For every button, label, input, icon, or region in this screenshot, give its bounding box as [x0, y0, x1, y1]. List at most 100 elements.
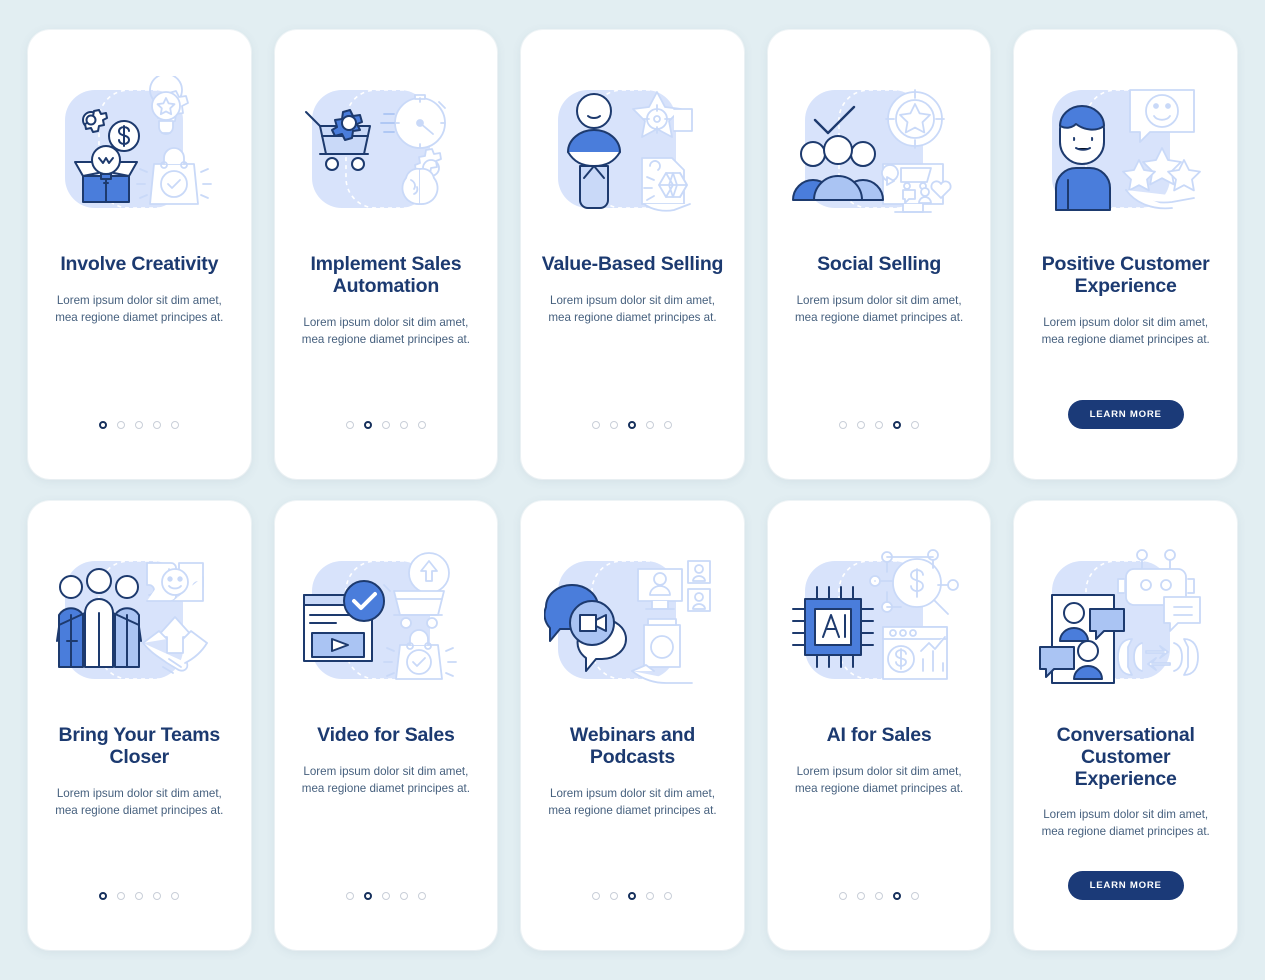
- screen-footer: [539, 421, 726, 453]
- social-selling-illustration: [791, 76, 967, 226]
- pagination-dot[interactable]: [664, 892, 673, 900]
- screen-title: Value-Based Selling: [541, 253, 724, 275]
- screen-body-text: Lorem ipsum dolor sit dim amet, mea regi…: [55, 786, 224, 817]
- pagination-dot[interactable]: [875, 421, 884, 429]
- screen-body-text: Lorem ipsum dolor sit dim amet, mea regi…: [301, 315, 470, 346]
- pagination-dot[interactable]: [839, 892, 848, 900]
- screen-footer: LEARN MORE: [1032, 871, 1219, 924]
- screen-title: Bring Your Teams Closer: [58, 724, 221, 768]
- pagination-dot[interactable]: [399, 892, 408, 900]
- screen-title: AI for Sales: [826, 724, 932, 746]
- pagination-dot[interactable]: [592, 421, 601, 429]
- onboarding-screens-board: Involve Creativity Lorem ipsum dolor sit …: [0, 0, 1265, 980]
- sales-automation-illustration: [298, 76, 474, 226]
- onboarding-screen: Positive Customer Experience Lorem ipsum …: [1014, 30, 1237, 479]
- screen-body-text: Lorem ipsum dolor sit dim amet, mea regi…: [1041, 315, 1210, 346]
- pagination-dot[interactable]: [417, 421, 426, 429]
- pagination-dots: [592, 421, 673, 429]
- onboarding-screen: Conversational Customer Experience Lorem …: [1014, 501, 1237, 950]
- onboarding-screen: AI for Sales Lorem ipsum dolor sit dim am…: [767, 501, 991, 950]
- pagination-dots: [99, 892, 180, 900]
- screen-title: Social Selling: [817, 253, 942, 275]
- pagination-dot[interactable]: [399, 421, 408, 429]
- pagination-dot[interactable]: [381, 421, 390, 429]
- onboarding-screen: Involve Creativity Lorem ipsum dolor sit …: [28, 30, 251, 479]
- pagination-dot[interactable]: [646, 892, 655, 900]
- pagination-dot[interactable]: [135, 892, 144, 900]
- pagination-dot[interactable]: [592, 892, 601, 900]
- pagination-dot-active[interactable]: [99, 892, 108, 900]
- pagination-dot-active[interactable]: [99, 421, 108, 429]
- pagination-dot-active[interactable]: [363, 892, 372, 900]
- pagination-dot[interactable]: [610, 421, 619, 429]
- screen-title: Involve Creativity: [60, 253, 219, 275]
- learn-more-button[interactable]: LEARN MORE: [1067, 871, 1184, 900]
- pagination-dot[interactable]: [171, 892, 180, 900]
- pagination-dot[interactable]: [911, 892, 920, 900]
- screen-title: Conversational Customer Experience: [1056, 724, 1195, 790]
- creativity-illustration: [51, 76, 227, 226]
- conversational-illustration: [1038, 547, 1214, 697]
- onboarding-screen: Value-Based Selling Lorem ipsum dolor sit…: [521, 30, 744, 479]
- pagination-dot[interactable]: [839, 421, 848, 429]
- screen-body-text: Lorem ipsum dolor sit dim amet, mea regi…: [548, 293, 717, 324]
- pagination-dots: [345, 421, 426, 429]
- pagination-dot[interactable]: [417, 892, 426, 900]
- onboarding-screen: Social Selling Lorem ipsum dolor sit dim …: [767, 30, 991, 479]
- screens-row-2: Bring Your Teams Closer Lorem ipsum dolor…: [28, 501, 1237, 950]
- pagination-dot[interactable]: [911, 421, 920, 429]
- pagination-dot[interactable]: [646, 421, 655, 429]
- pagination-dot[interactable]: [153, 892, 162, 900]
- screen-title: Webinars and Podcasts: [569, 724, 696, 768]
- screen-title: Positive Customer Experience: [1041, 253, 1210, 297]
- screen-footer: [786, 421, 973, 453]
- onboarding-screen: Implement Sales Automation Lorem ipsum do…: [274, 30, 498, 479]
- pagination-dot[interactable]: [610, 892, 619, 900]
- pagination-dot[interactable]: [857, 421, 866, 429]
- screen-title: Video for Sales: [317, 724, 455, 746]
- learn-more-button[interactable]: LEARN MORE: [1067, 400, 1184, 429]
- video-sales-illustration: [298, 547, 474, 697]
- pagination-dot-active[interactable]: [363, 421, 372, 429]
- pagination-dots: [839, 421, 920, 429]
- screen-body-text: Lorem ipsum dolor sit dim amet, mea regi…: [301, 764, 470, 795]
- screen-body-text: Lorem ipsum dolor sit dim amet, mea regi…: [548, 786, 717, 817]
- webinars-illustration: [544, 547, 720, 697]
- screen-footer: [293, 421, 480, 453]
- pagination-dot[interactable]: [664, 421, 673, 429]
- screen-title: Implement Sales Automation: [310, 253, 462, 297]
- pagination-dot[interactable]: [857, 892, 866, 900]
- screen-footer: [293, 892, 480, 924]
- pagination-dot[interactable]: [153, 421, 162, 429]
- screen-footer: LEARN MORE: [1032, 400, 1219, 453]
- pagination-dot-active[interactable]: [628, 421, 637, 429]
- pagination-dot-active[interactable]: [893, 421, 902, 429]
- value-selling-illustration: [544, 76, 720, 226]
- onboarding-screen: Bring Your Teams Closer Lorem ipsum dolor…: [28, 501, 251, 950]
- pagination-dot-active[interactable]: [893, 892, 902, 900]
- screens-row-1: Involve Creativity Lorem ipsum dolor sit …: [28, 30, 1237, 479]
- screen-footer: [539, 892, 726, 924]
- pagination-dot[interactable]: [345, 421, 354, 429]
- pagination-dot[interactable]: [135, 421, 144, 429]
- pagination-dot[interactable]: [171, 421, 180, 429]
- customer-experience-illustration: [1038, 76, 1214, 226]
- screen-body-text: Lorem ipsum dolor sit dim amet, mea regi…: [794, 293, 964, 324]
- pagination-dots: [839, 892, 920, 900]
- pagination-dot[interactable]: [345, 892, 354, 900]
- pagination-dot[interactable]: [381, 892, 390, 900]
- pagination-dot[interactable]: [875, 892, 884, 900]
- pagination-dots: [99, 421, 180, 429]
- ai-sales-illustration: [791, 547, 967, 697]
- pagination-dot[interactable]: [117, 892, 126, 900]
- screen-body-text: Lorem ipsum dolor sit dim amet, mea regi…: [1041, 808, 1210, 839]
- pagination-dot-active[interactable]: [628, 892, 637, 900]
- teams-illustration: [51, 547, 227, 697]
- onboarding-screen: Video for Sales Lorem ipsum dolor sit dim…: [274, 501, 498, 950]
- pagination-dots: [345, 892, 426, 900]
- screen-footer: [46, 892, 233, 924]
- screen-body-text: Lorem ipsum dolor sit dim amet, mea regi…: [55, 293, 224, 324]
- screen-footer: [786, 892, 973, 924]
- pagination-dot[interactable]: [117, 421, 126, 429]
- onboarding-screen: Webinars and Podcasts Lorem ipsum dolor s…: [521, 501, 744, 950]
